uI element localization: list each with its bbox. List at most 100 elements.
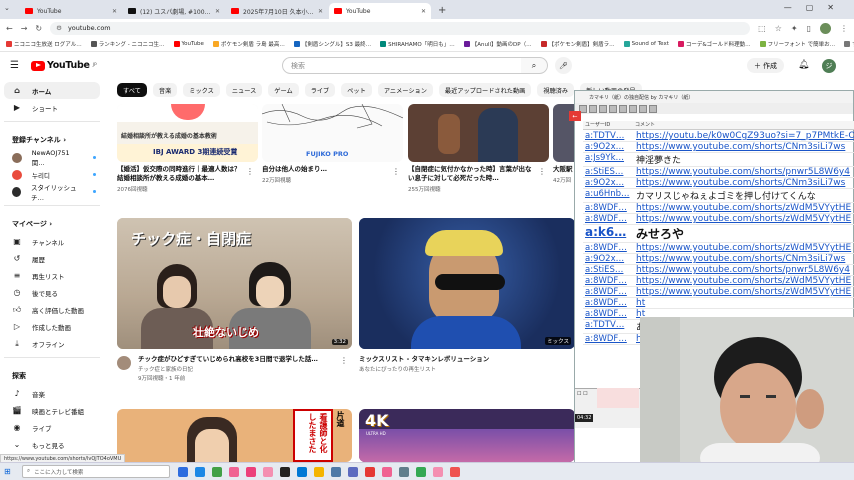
sidebar-item[interactable]: 🎬︎ 映画とテレビ番組 (4, 402, 100, 419)
sidepanel-icon[interactable]: ▯ (807, 24, 811, 33)
comment-user-id[interactable]: a:TDTV… (583, 131, 633, 141)
bookmark-item[interactable]: フリーフォント で簡単お… (759, 40, 835, 48)
sidebar-channel[interactable]: 누리디 (4, 166, 100, 183)
col-user[interactable]: ユーザーID (583, 121, 633, 129)
comment-user-id[interactable]: a:8WDF… (583, 298, 633, 308)
sidebar-item[interactable]: ◉ ライブ (4, 419, 100, 436)
close-icon[interactable]: ✕ (112, 8, 117, 15)
filter-chip[interactable]: 音楽 (152, 83, 178, 97)
bookmark-item[interactable]: SHIRAHAMO「明日も」… (380, 40, 455, 48)
comment-user-id[interactable]: a:8WDF… (583, 203, 633, 213)
comment-row[interactable]: a:8WDF… https://www.youtube.com/shorts/zW… (583, 243, 854, 254)
new-tab-icon[interactable]: + (432, 5, 452, 19)
filter-chip[interactable]: 視聴済み (537, 83, 575, 97)
comment-row[interactable]: a:8WDF… https://www.youtube.com/shorts/zW… (583, 214, 854, 225)
comment-text[interactable]: https://www.youtube.com/shorts/zWdM5VYyt… (633, 214, 854, 224)
sidebar-item[interactable]: ▶ ショート (4, 99, 100, 116)
bookmark-item[interactable]: Sound of Text (623, 41, 669, 47)
video-channel-5[interactable]: チック症と家族の日記 (138, 366, 193, 374)
comment-user-id[interactable]: a:k6… (583, 225, 633, 242)
video-more-icon[interactable]: ⋮ (538, 167, 546, 176)
comment-user-id[interactable]: a:8WDF… (583, 287, 633, 297)
search-input[interactable]: 検索 (282, 57, 522, 74)
taskbar-search-input[interactable]: ⌕ ここに入力して検索 (22, 465, 170, 478)
toolbar-button-icon[interactable] (609, 104, 617, 113)
comment-user-id[interactable]: a:9O2x… (583, 254, 633, 264)
sidebar-item[interactable]: ↺ 履歴 (4, 250, 100, 267)
filter-chip[interactable]: すべて (117, 83, 147, 97)
taskbar-app-icon[interactable] (280, 466, 290, 477)
mypage-heading[interactable]: マイページ › (4, 211, 100, 233)
video-more-icon[interactable]: ⋮ (392, 167, 400, 176)
sidebar-item[interactable]: ▷ 作成した動画 (4, 318, 100, 335)
search-icon[interactable]: ⌕ (521, 57, 548, 74)
comment-user-id[interactable]: a:9O2x… (583, 142, 633, 152)
close-icon[interactable]: ✕ (421, 8, 426, 15)
toolbar-button-icon[interactable] (589, 104, 597, 113)
microphone-icon[interactable]: 🎤︎ (555, 57, 572, 74)
youtube-logo[interactable]: YouTube JP (31, 60, 97, 71)
comment-row[interactable]: a:8WDF… https://www.youtube.com/shorts/zW… (583, 287, 854, 298)
taskbar-app-icon[interactable] (348, 466, 358, 477)
taskbar-app-icon[interactable] (365, 466, 375, 477)
comment-user-id[interactable]: a:8WDF… (583, 334, 633, 344)
comment-row[interactable]: a:9O2x… https://www.youtube.com/shorts/CN… (583, 254, 854, 265)
comment-row[interactable]: a:8WDF…ht (583, 298, 854, 309)
taskbar-app-icon[interactable] (450, 466, 460, 477)
comment-text[interactable]: https://www.youtube.com/shorts/CNm3siLi7… (633, 142, 854, 152)
sidebar-item[interactable]: ≡ 再生リスト (4, 267, 100, 284)
comment-row[interactable]: a:Js9Yk… 神淫夢きた (583, 153, 854, 167)
video-title-1[interactable]: 【婚活】仮交際の同時進行｜最適人数は？結婚相談所が教える成婚の基本… (117, 165, 245, 183)
toolbar-button-icon[interactable] (619, 104, 627, 113)
filter-chip[interactable]: アニメーション (377, 83, 433, 97)
filter-chip[interactable]: ライブ (304, 83, 336, 97)
install-icon[interactable]: ⬚ (758, 24, 766, 33)
video-title-4[interactable]: 大阪駅 (553, 165, 575, 174)
comment-user-id[interactable]: a:TDTV… (583, 320, 633, 333)
comment-text[interactable]: https://youtu.be/k0w0CgZ93uo?si=7_p7PMtk… (633, 131, 854, 141)
url-input[interactable]: ⚙ youtube.com (50, 21, 751, 35)
bookmark-item[interactable]: YouTube (173, 41, 204, 47)
taskbar-app-icon[interactable] (433, 466, 443, 477)
comment-row[interactable]: a:StiES… https://www.youtube.com/shorts/p… (583, 265, 854, 276)
comment-row[interactable]: a:8WDF… https://www.youtube.com/shorts/zW… (583, 203, 854, 214)
windows-start-icon[interactable]: ⊞ (4, 467, 18, 476)
bookmark-item[interactable]: すべてのブックマーク (844, 40, 854, 48)
toolbar-button-icon[interactable] (649, 104, 657, 113)
reload-icon[interactable]: ↻ (35, 24, 42, 33)
comment-user-id[interactable]: a:StiES… (583, 167, 633, 177)
comment-row[interactable]: a:8WDF… https://www.youtube.com/shorts/zW… (583, 276, 854, 287)
forward-icon[interactable]: → (21, 24, 28, 33)
video-more-icon[interactable]: ⋮ (246, 167, 254, 176)
create-button[interactable]: ＋ 作成 (747, 58, 784, 73)
taskbar-app-icon[interactable] (314, 466, 324, 477)
comment-row[interactable]: a:TDTV… https://youtu.be/k0w0CgZ93uo?si=7… (583, 131, 854, 142)
comment-user-id[interactable]: a:u6Hnb… (583, 189, 633, 202)
sidebar-item[interactable]: ◷ 後で見る (4, 284, 100, 301)
filter-chip[interactable]: ペット (341, 83, 372, 97)
comment-user-id[interactable]: a:8WDF… (583, 243, 633, 253)
browser-tab[interactable]: YouTube ✕ (329, 3, 431, 19)
back-icon[interactable]: ← (6, 24, 13, 33)
bookmark-item[interactable]: 【Anull】動画のDP（… (463, 40, 532, 48)
bookmark-item[interactable]: 【剣盾シングル】S3 最終… (293, 40, 371, 48)
menu-icon[interactable]: ⋮ (840, 24, 848, 33)
comment-row[interactable]: a:9O2x… https://www.youtube.com/shorts/CN… (583, 178, 854, 189)
comment-text[interactable]: https://www.youtube.com/shorts/zWdM5VYyt… (633, 203, 854, 213)
sidebar-item[interactable]: ▣ チャンネル (4, 233, 100, 250)
comment-row[interactable]: a:9O2x… https://www.youtube.com/shorts/CN… (583, 142, 854, 153)
comment-text[interactable]: ht (633, 298, 854, 308)
browser-tab[interactable]: (12) ユスパ劇場, #100円部屋 #号…✕ (123, 3, 225, 19)
comment-text[interactable]: https://www.youtube.com/shorts/zWdM5VYyt… (633, 287, 854, 297)
comment-user-id[interactable]: a:Js9Yk… (583, 153, 633, 166)
comment-text[interactable]: https://www.youtube.com/shorts/zWdM5VYyt… (633, 243, 854, 253)
video-thumbnail-1[interactable]: 結婚相談所が教える成婚の基本教術 IBJ AWARD 3期連続受賞 (117, 104, 258, 162)
extensions-icon[interactable]: ✦ (791, 24, 798, 33)
sidebar-channel[interactable]: スタイリッシュチ… (4, 183, 100, 202)
bookmark-item[interactable]: 【ポケモン剣盾】剣盾ラ… (540, 40, 615, 48)
video-title-2[interactable]: 自分は他人の始まり… (262, 165, 390, 174)
channel-avatar[interactable] (117, 356, 131, 370)
filter-chip[interactable]: 最近アップロードされた動画 (438, 83, 532, 97)
comment-text[interactable]: https://www.youtube.com/shorts/CNm3siLi7… (633, 254, 854, 264)
comment-row[interactable]: a:k6… みせろや (583, 225, 854, 243)
